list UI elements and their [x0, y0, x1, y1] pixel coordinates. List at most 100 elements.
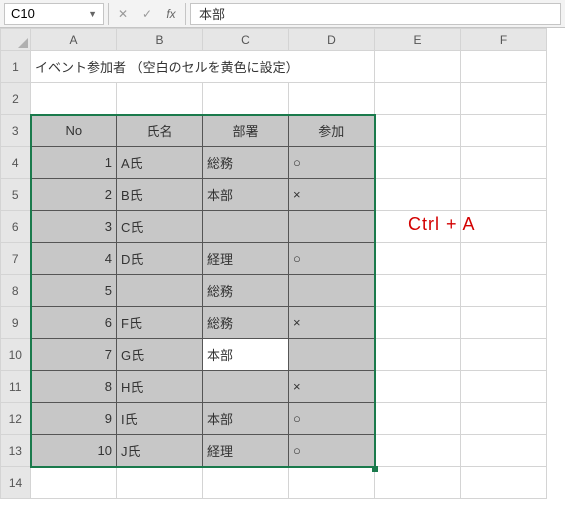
cell-B2[interactable] [117, 83, 203, 115]
cell-C6[interactable] [203, 211, 289, 243]
chevron-down-icon[interactable]: ▼ [88, 9, 97, 19]
cell-D12[interactable]: ○ [289, 403, 375, 435]
cell-B11[interactable]: H氏 [117, 371, 203, 403]
formula-input[interactable]: 本部 [190, 3, 561, 25]
cell-F4[interactable] [461, 147, 547, 179]
cell-F9[interactable] [461, 307, 547, 339]
row-header-5[interactable]: 5 [1, 179, 31, 211]
cell-F11[interactable] [461, 371, 547, 403]
row-header-12[interactable]: 12 [1, 403, 31, 435]
cell-E3[interactable] [375, 115, 461, 147]
cell-A11[interactable]: 8 [31, 371, 117, 403]
cell-E7[interactable] [375, 243, 461, 275]
col-header-D[interactable]: D [289, 29, 375, 51]
cell-A14[interactable] [31, 467, 117, 499]
cell-D6[interactable] [289, 211, 375, 243]
cell-E13[interactable] [375, 435, 461, 467]
cell-D8[interactable] [289, 275, 375, 307]
title-cell[interactable]: イベント参加者 （空白のセルを黄色に設定） [31, 51, 375, 83]
cell-C9[interactable]: 総務 [203, 307, 289, 339]
row-header-6[interactable]: 6 [1, 211, 31, 243]
cell-F2[interactable] [461, 83, 547, 115]
cell-B10[interactable]: G氏 [117, 339, 203, 371]
row-header-11[interactable]: 11 [1, 371, 31, 403]
cell-C10-active[interactable]: 本部 [203, 339, 289, 371]
cell-F1[interactable] [461, 51, 547, 83]
cell-D13[interactable]: ○ [289, 435, 375, 467]
cell-E10[interactable] [375, 339, 461, 371]
col-header-E[interactable]: E [375, 29, 461, 51]
name-box[interactable]: C10 ▼ [4, 3, 104, 25]
row-header-10[interactable]: 10 [1, 339, 31, 371]
cell-C13[interactable]: 経理 [203, 435, 289, 467]
cell-F3[interactable] [461, 115, 547, 147]
row-header-9[interactable]: 9 [1, 307, 31, 339]
cell-D11[interactable]: × [289, 371, 375, 403]
select-all-corner[interactable] [1, 29, 31, 51]
row-header-14[interactable]: 14 [1, 467, 31, 499]
cell-B5[interactable]: B氏 [117, 179, 203, 211]
th-no[interactable]: No [31, 115, 117, 147]
cell-F12[interactable] [461, 403, 547, 435]
cell-E4[interactable] [375, 147, 461, 179]
cell-E9[interactable] [375, 307, 461, 339]
th-attend[interactable]: 参加 [289, 115, 375, 147]
th-dept[interactable]: 部署 [203, 115, 289, 147]
cell-E5[interactable] [375, 179, 461, 211]
cell-A8[interactable]: 5 [31, 275, 117, 307]
cell-D7[interactable]: ○ [289, 243, 375, 275]
cell-A6[interactable]: 3 [31, 211, 117, 243]
col-header-C[interactable]: C [203, 29, 289, 51]
cell-D10[interactable] [289, 339, 375, 371]
cell-A2[interactable] [31, 83, 117, 115]
cell-A4[interactable]: 1 [31, 147, 117, 179]
fx-icon[interactable]: fx [163, 7, 179, 21]
cell-C5[interactable]: 本部 [203, 179, 289, 211]
cell-E1[interactable] [375, 51, 461, 83]
row-header-8[interactable]: 8 [1, 275, 31, 307]
row-header-3[interactable]: 3 [1, 115, 31, 147]
cell-D2[interactable] [289, 83, 375, 115]
cell-D14[interactable] [289, 467, 375, 499]
row-header-13[interactable]: 13 [1, 435, 31, 467]
cell-A12[interactable]: 9 [31, 403, 117, 435]
cell-C14[interactable] [203, 467, 289, 499]
cell-C2[interactable] [203, 83, 289, 115]
cell-C4[interactable]: 総務 [203, 147, 289, 179]
grid[interactable]: A B C D E F 1 イベント参加者 （空白のセルを黄色に設定） 2 3 … [0, 28, 547, 499]
th-name[interactable]: 氏名 [117, 115, 203, 147]
cell-B12[interactable]: I氏 [117, 403, 203, 435]
cancel-icon[interactable]: ✕ [115, 7, 131, 21]
cell-F7[interactable] [461, 243, 547, 275]
cell-A10[interactable]: 7 [31, 339, 117, 371]
cell-B8[interactable] [117, 275, 203, 307]
cell-D9[interactable]: × [289, 307, 375, 339]
cell-E12[interactable] [375, 403, 461, 435]
cell-B14[interactable] [117, 467, 203, 499]
cell-A7[interactable]: 4 [31, 243, 117, 275]
cell-F10[interactable] [461, 339, 547, 371]
cell-D4[interactable]: ○ [289, 147, 375, 179]
worksheet[interactable]: A B C D E F 1 イベント参加者 （空白のセルを黄色に設定） 2 3 … [0, 28, 565, 499]
cell-B13[interactable]: J氏 [117, 435, 203, 467]
cell-B7[interactable]: D氏 [117, 243, 203, 275]
cell-C12[interactable]: 本部 [203, 403, 289, 435]
cell-F14[interactable] [461, 467, 547, 499]
cell-E8[interactable] [375, 275, 461, 307]
cell-B4[interactable]: A氏 [117, 147, 203, 179]
row-header-7[interactable]: 7 [1, 243, 31, 275]
cell-D5[interactable]: × [289, 179, 375, 211]
cell-A9[interactable]: 6 [31, 307, 117, 339]
confirm-icon[interactable]: ✓ [139, 7, 155, 21]
cell-C8[interactable]: 総務 [203, 275, 289, 307]
row-header-1[interactable]: 1 [1, 51, 31, 83]
cell-F8[interactable] [461, 275, 547, 307]
cell-A5[interactable]: 2 [31, 179, 117, 211]
cell-E2[interactable] [375, 83, 461, 115]
cell-F5[interactable] [461, 179, 547, 211]
cell-F13[interactable] [461, 435, 547, 467]
col-header-F[interactable]: F [461, 29, 547, 51]
cell-E14[interactable] [375, 467, 461, 499]
row-header-2[interactable]: 2 [1, 83, 31, 115]
col-header-B[interactable]: B [117, 29, 203, 51]
